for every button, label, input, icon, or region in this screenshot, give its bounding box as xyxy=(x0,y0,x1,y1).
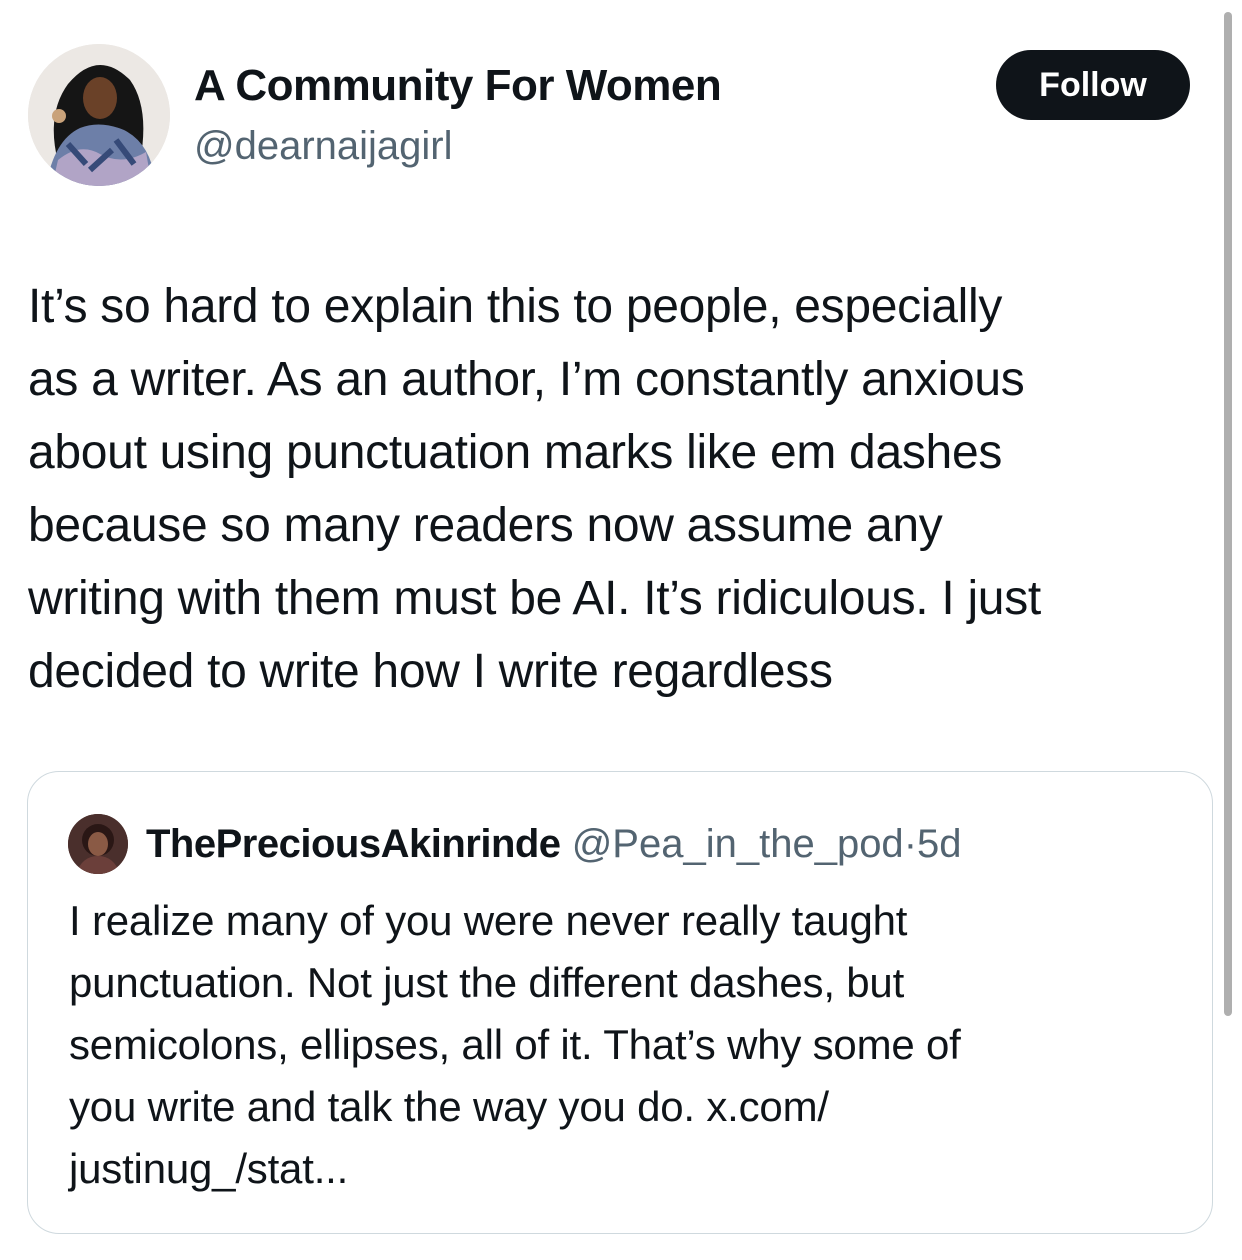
separator-dot: · xyxy=(903,822,918,866)
tweet-text-line: as a writer. As an author, I’m constantl… xyxy=(28,353,1025,406)
tweet-text-line: about using punctuation marks like em da… xyxy=(28,426,1003,479)
quoted-avatar-photo-icon xyxy=(68,814,128,874)
tweet-text-line: decided to write how I write regardless xyxy=(28,645,833,698)
quoted-text-line: you write and talk the way you do. x.com… xyxy=(69,1083,829,1130)
tweet-text-line: writing with them must be AI. It’s ridic… xyxy=(28,572,1041,625)
quoted-author-name[interactable]: ThePreciousAkinrinde xyxy=(146,822,561,866)
quoted-tweet-header: ThePreciousAkinrinde @Pea_in_the_pod·5d xyxy=(146,818,962,870)
quoted-tweet-card[interactable]: ThePreciousAkinrinde @Pea_in_the_pod·5d … xyxy=(27,771,1213,1234)
quoted-tweet-timestamp[interactable]: 5d xyxy=(917,822,962,866)
quoted-author-handle[interactable]: @Pea_in_the_pod xyxy=(572,822,904,866)
quoted-author-avatar[interactable] xyxy=(68,814,128,874)
author-avatar[interactable] xyxy=(28,44,170,186)
tweet-text-line: It’s so hard to explain this to people, … xyxy=(28,280,1003,333)
author-handle[interactable]: @dearnaijagirl xyxy=(194,122,453,170)
quoted-text-line: semicolons, ellipses, all of it. That’s … xyxy=(69,1021,961,1068)
quoted-text-line: I realize many of you were never really … xyxy=(69,897,908,944)
quoted-text-line: justinug_/stat... xyxy=(69,1145,349,1192)
quoted-tweet-text: I realize many of you were never really … xyxy=(69,890,1189,1200)
scrollbar[interactable] xyxy=(1224,12,1232,1016)
follow-button[interactable]: Follow xyxy=(996,50,1190,120)
tweet-text-line: because so many readers now assume any xyxy=(28,499,943,552)
author-display-name[interactable]: A Community For Women xyxy=(194,60,722,112)
quoted-text-line: punctuation. Not just the different dash… xyxy=(69,959,905,1006)
avatar-photo-icon xyxy=(28,44,170,186)
tweet-text: It’s so hard to explain this to people, … xyxy=(28,270,1218,708)
